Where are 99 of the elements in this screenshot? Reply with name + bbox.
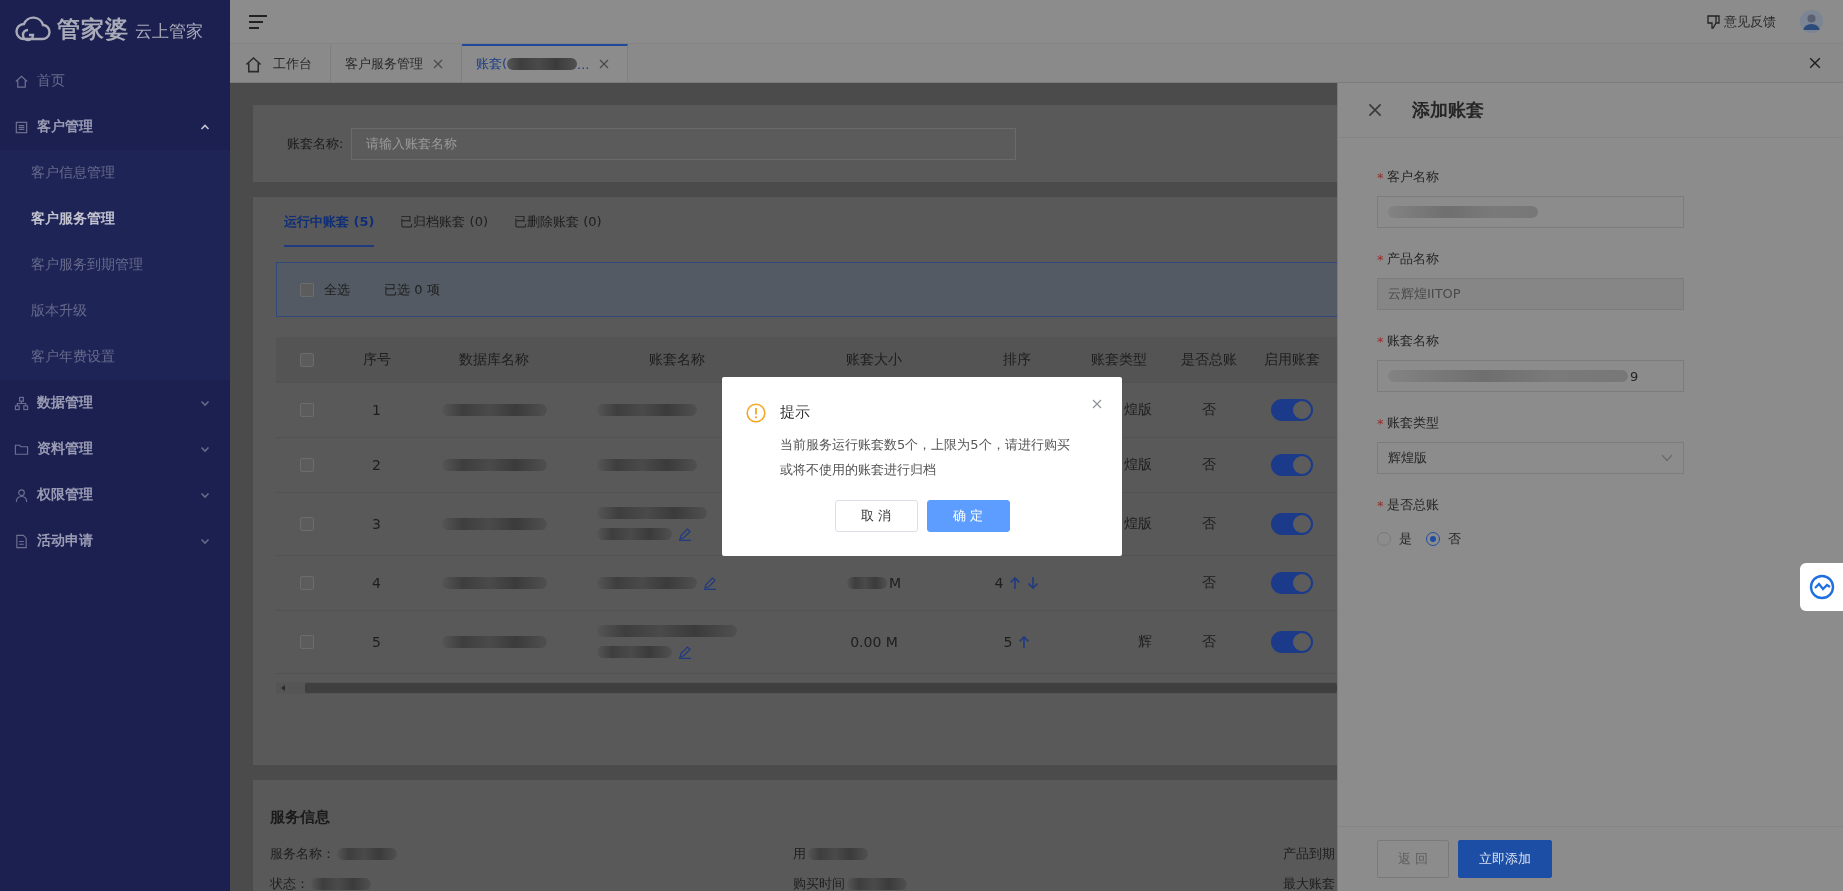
table-cell: M — [888, 575, 902, 591]
sidebar-item[interactable]: 首页 — [0, 58, 230, 104]
redacted-text — [808, 848, 868, 860]
sidebar-group[interactable]: 活动申请 — [37, 532, 192, 550]
pencil-icon[interactable] — [678, 527, 692, 541]
table-cell: 5 — [1003, 634, 1013, 650]
redacted-text — [311, 878, 371, 890]
toggle-switch[interactable] — [1270, 454, 1313, 476]
thumbs-down-icon — [1707, 14, 1720, 29]
menu-icon[interactable] — [248, 13, 268, 30]
close-icon[interactable] — [1092, 399, 1102, 409]
field-label: 客户名称 — [1386, 168, 1439, 186]
section-title: 服务信息 — [270, 808, 331, 827]
close-icon[interactable] — [433, 59, 443, 69]
close-icon[interactable] — [1809, 57, 1821, 69]
checkbox[interactable] — [300, 282, 314, 297]
table-cell: 辉 — [1138, 633, 1152, 649]
sidebar-group[interactable]: 权限管理 — [37, 486, 192, 504]
add-button[interactable]: 立即添加 — [1458, 840, 1553, 878]
required-mark: * — [1377, 169, 1384, 185]
toggle-switch[interactable] — [1270, 513, 1313, 535]
scroll-left-icon[interactable] — [279, 684, 287, 692]
redacted-text — [337, 848, 397, 860]
table-cell: 否 — [1172, 610, 1246, 674]
sidebar-group[interactable]: 客户管理 — [37, 118, 192, 136]
selected-count: 已选 0 项 — [384, 280, 440, 299]
sidebar-group[interactable]: 数据管理 — [37, 394, 192, 412]
field-label: 账套名称: — [287, 134, 344, 153]
list-icon — [14, 119, 29, 135]
arrow-up-icon[interactable] — [1009, 576, 1022, 590]
warning-icon — [746, 403, 766, 423]
home-icon — [14, 73, 29, 89]
field-label: 账套类型 — [1386, 414, 1439, 432]
sidebar-item[interactable]: 客户服务到期管理 — [0, 242, 230, 288]
toggle-switch[interactable] — [1270, 631, 1313, 653]
sidebar-group[interactable]: 资料管理 — [37, 440, 192, 458]
dialog-message: 当前服务运行账套数5个，上限为5个，请进行购买或将不使用的账套进行归档 — [780, 436, 1070, 479]
horizontal-scrollbar[interactable] — [276, 682, 1337, 694]
user-icon — [14, 487, 29, 503]
chevron-icon[interactable] — [1661, 454, 1673, 462]
required-mark: * — [1377, 415, 1384, 431]
drawer-title: 添加账套 — [1412, 98, 1484, 122]
table-cell: 4 — [994, 575, 1004, 591]
sidebar-item[interactable]: 客户服务管理 — [0, 196, 230, 242]
page-tab[interactable]: 账套( ... — [462, 44, 629, 82]
table-cell: 1 — [338, 382, 415, 438]
page-tab[interactable]: 工作台 — [230, 44, 331, 82]
cloud-logo-icon — [15, 16, 51, 42]
document-icon — [14, 533, 29, 549]
pencil-icon[interactable] — [703, 576, 717, 590]
table-cell: 煌版 — [1124, 456, 1152, 472]
toggle-switch[interactable] — [1270, 399, 1313, 421]
hierarchy-icon — [14, 395, 29, 411]
select-all-label[interactable]: 全选 — [324, 280, 350, 299]
avatar[interactable] — [1800, 10, 1823, 33]
table-cell: 5 — [338, 610, 415, 674]
brand-name: 管家婆 — [57, 14, 129, 44]
redacted-text — [846, 577, 887, 589]
table-cell: 0.00 M — [850, 634, 898, 650]
table-cell: 3 — [338, 492, 415, 556]
assistant-icon — [1808, 574, 1835, 600]
table-cell: 2 — [338, 437, 415, 493]
info-label: 用 — [793, 845, 806, 863]
dialog-title: 提示 — [780, 403, 811, 422]
toggle-switch[interactable] — [1270, 572, 1313, 594]
close-icon[interactable] — [599, 59, 610, 69]
table-cell: 煌版 — [1124, 401, 1152, 417]
field-label: 账套名称 — [1386, 332, 1439, 350]
required-mark: * — [1377, 251, 1384, 267]
input-field[interactable]: 9 — [1377, 360, 1684, 392]
field-label: 是否总账 — [1386, 496, 1439, 514]
confirm-button[interactable]: 确 定 — [926, 500, 1010, 532]
table-cell: 否 — [1172, 437, 1246, 493]
radio-option[interactable]: 是 — [1377, 530, 1412, 548]
redacted-text — [847, 878, 907, 890]
arrow-up-icon[interactable] — [1018, 635, 1031, 649]
close-icon[interactable] — [1368, 103, 1382, 117]
table-cell: 否 — [1172, 492, 1246, 556]
table-cell: 4 — [338, 555, 415, 611]
sidebar-item[interactable]: 客户年费设置 — [0, 334, 230, 380]
floating-widget[interactable] — [1800, 563, 1843, 611]
required-mark: * — [1377, 497, 1384, 513]
pencil-icon[interactable] — [678, 645, 692, 659]
brand-tagline: 云上管家 — [135, 19, 203, 43]
cancel-button[interactable]: 取 消 — [834, 500, 918, 532]
table-cell: 煌版 — [1124, 515, 1152, 531]
field-label: 产品名称 — [1386, 250, 1439, 268]
checkbox[interactable] — [300, 352, 314, 367]
table-cell: 否 — [1172, 555, 1246, 611]
sidebar-item[interactable]: 客户信息管理 — [0, 150, 230, 196]
required-mark: * — [1377, 333, 1384, 349]
feedback-link[interactable]: 意见反馈 — [1724, 12, 1776, 31]
table-cell: 否 — [1172, 382, 1246, 438]
input-field[interactable] — [1377, 196, 1684, 228]
sidebar-item[interactable]: 版本升级 — [0, 288, 230, 334]
radio-option[interactable]: 否 — [1426, 530, 1461, 548]
home-icon — [244, 54, 263, 74]
select-field[interactable]: 辉煌版 — [1377, 442, 1684, 474]
arrow-down-icon[interactable] — [1027, 576, 1040, 590]
